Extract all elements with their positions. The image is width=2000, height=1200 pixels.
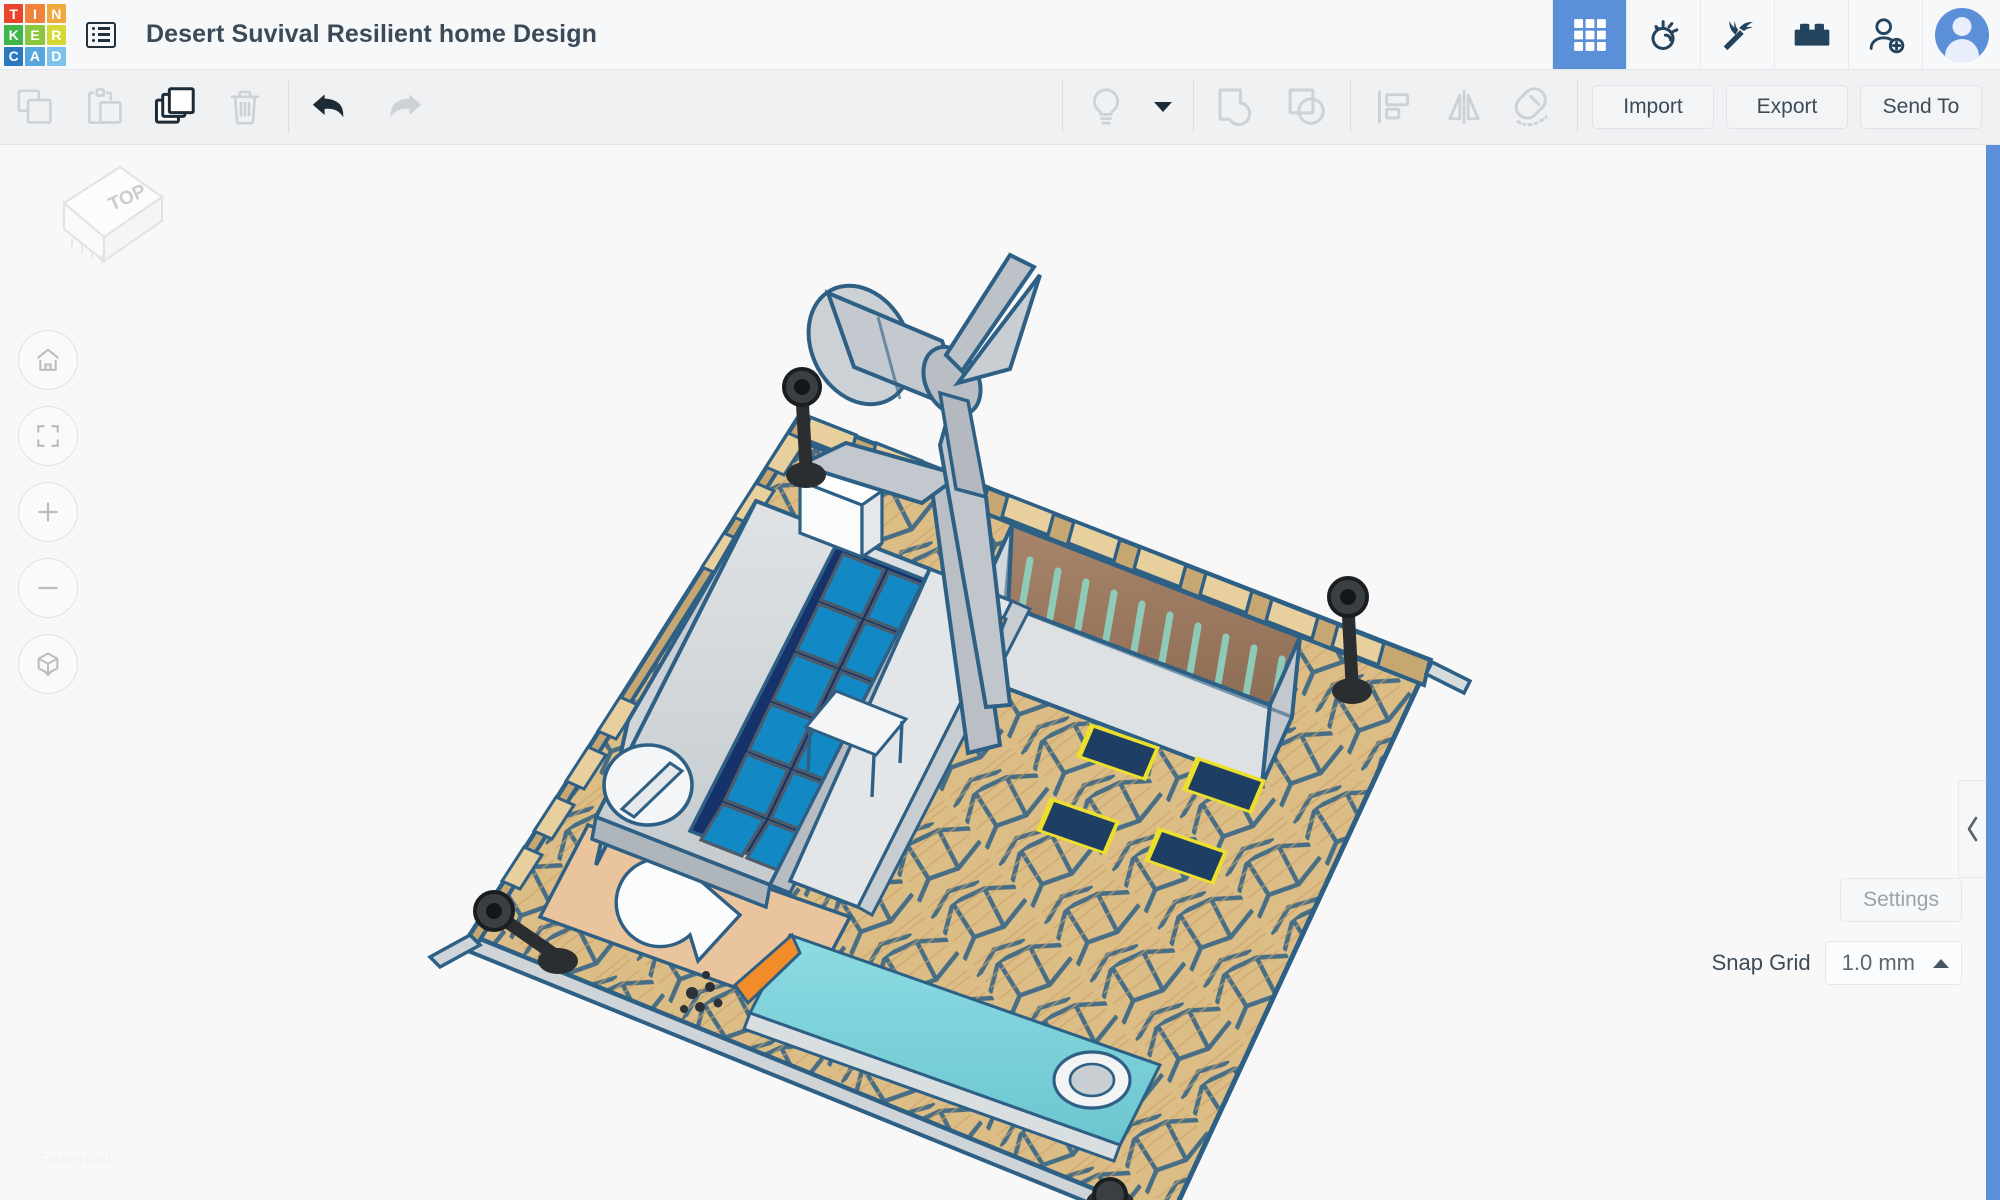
page-title: Desert Suvival Resilient home Design <box>132 0 597 69</box>
lego-brick-icon <box>1792 17 1832 53</box>
zoom-out-button[interactable] <box>18 558 78 618</box>
toolbar-divider-2 <box>1062 81 1063 133</box>
minus-icon <box>35 575 61 601</box>
account-menu-button[interactable] <box>1922 0 2000 69</box>
view-cube[interactable]: TOP <box>28 155 168 290</box>
magnet-icon <box>1512 85 1556 129</box>
edit-toolbar: Import Export Send To <box>0 70 2000 145</box>
header-spacer <box>597 0 1552 69</box>
tinkercad-app: TIN KER CAD Desert Suvival Resilient home … <box>0 0 2000 1200</box>
model-geometry <box>430 255 1470 1200</box>
trash-icon <box>225 87 265 127</box>
logo-tile-n: N <box>47 4 66 23</box>
import-button[interactable]: Import <box>1592 85 1714 129</box>
logo-tile-c: C <box>4 47 23 66</box>
align-button[interactable] <box>1359 70 1429 145</box>
mirror-button[interactable] <box>1429 70 1499 145</box>
home-icon <box>34 346 62 374</box>
viewport-watermark: Tinkercad <box>38 1151 112 1168</box>
copy-button[interactable] <box>0 70 70 145</box>
logo-tile-k: K <box>4 25 23 44</box>
send-to-button[interactable]: Send To <box>1860 85 1982 129</box>
plus-icon <box>35 499 61 525</box>
logo-tile-t: T <box>4 4 23 23</box>
grid-icon <box>1571 16 1609 54</box>
mirror-icon <box>1443 86 1485 128</box>
settings-button[interactable]: Settings <box>1840 878 1962 922</box>
hamburger-list-icon <box>86 22 116 48</box>
design-viewport[interactable]: TOP <box>0 145 2000 1200</box>
mode-switcher <box>1552 0 1922 69</box>
undo-button[interactable] <box>297 70 367 145</box>
snap-grid-control: Snap Grid 1.0 mm <box>1712 941 1962 985</box>
chevron-left-icon <box>1964 814 1982 844</box>
paste-button[interactable] <box>70 70 140 145</box>
logo-tile-d: D <box>47 47 66 66</box>
mode-button-3d-designs[interactable] <box>1552 0 1626 69</box>
logo-tile-e: E <box>25 25 44 44</box>
zoom-in-button[interactable] <box>18 482 78 542</box>
toolbar-divider <box>288 81 289 133</box>
delete-button[interactable] <box>210 70 280 145</box>
mode-button-invite[interactable] <box>1848 0 1922 69</box>
3d-model-scene[interactable] <box>0 145 2000 1200</box>
caret-up-icon <box>1933 959 1949 968</box>
mode-button-bricks[interactable] <box>1774 0 1848 69</box>
snap-grid-value: 1.0 mm <box>1842 950 1915 976</box>
add-person-icon <box>1866 15 1906 55</box>
export-button[interactable]: Export <box>1726 85 1848 129</box>
redo-button[interactable] <box>367 70 437 145</box>
snap-grid-select[interactable]: 1.0 mm <box>1825 941 1962 985</box>
toolbar-divider-3 <box>1193 81 1194 133</box>
mode-button-circuits[interactable] <box>1626 0 1700 69</box>
light-dropdown-button[interactable] <box>1141 70 1185 145</box>
pickaxe-icon <box>1718 15 1758 55</box>
paste-icon <box>85 87 125 127</box>
lightbulb-icon <box>1085 86 1127 128</box>
duplicate-button[interactable] <box>140 70 210 145</box>
circuits-hand-icon <box>1644 15 1684 55</box>
panel-collapse-handle[interactable] <box>1958 780 1988 878</box>
undo-arrow-icon <box>308 85 356 129</box>
ungroup-button[interactable] <box>1272 70 1342 145</box>
fit-frame-icon <box>35 423 61 449</box>
redo-arrow-icon <box>378 85 426 129</box>
logo-tile-i: I <box>25 4 44 23</box>
align-icon <box>1373 86 1415 128</box>
fit-to-view-button[interactable] <box>18 406 78 466</box>
roof-hatch <box>604 745 692 825</box>
avatar <box>1935 8 1989 62</box>
tinkercad-logo[interactable]: TIN KER CAD <box>0 0 70 70</box>
app-header: TIN KER CAD Desert Suvival Resilient home … <box>0 0 2000 70</box>
group-button[interactable] <box>1202 70 1272 145</box>
ungroup-shapes-icon <box>1285 85 1329 129</box>
caret-down-icon <box>1154 102 1172 112</box>
group-shapes-icon <box>1215 85 1259 129</box>
snap-grid-label: Snap Grid <box>1712 950 1811 976</box>
snap-magnet-button[interactable] <box>1499 70 1569 145</box>
viewport-nav-controls <box>18 330 78 694</box>
right-edge-accent-strip <box>1986 145 2000 1200</box>
designs-menu-button[interactable] <box>70 0 132 69</box>
toolbar-divider-4 <box>1350 81 1351 133</box>
projection-toggle-button[interactable] <box>18 634 78 694</box>
duplicate-icon <box>153 85 197 129</box>
light-button[interactable] <box>1071 70 1141 145</box>
copy-icon <box>15 87 55 127</box>
toolbar-divider-5 <box>1577 81 1578 133</box>
cube-projection-icon <box>34 650 62 678</box>
logo-tile-a: A <box>25 47 44 66</box>
home-view-button[interactable] <box>18 330 78 390</box>
mode-button-codeblocks[interactable] <box>1700 0 1774 69</box>
logo-tile-r: R <box>47 25 66 44</box>
